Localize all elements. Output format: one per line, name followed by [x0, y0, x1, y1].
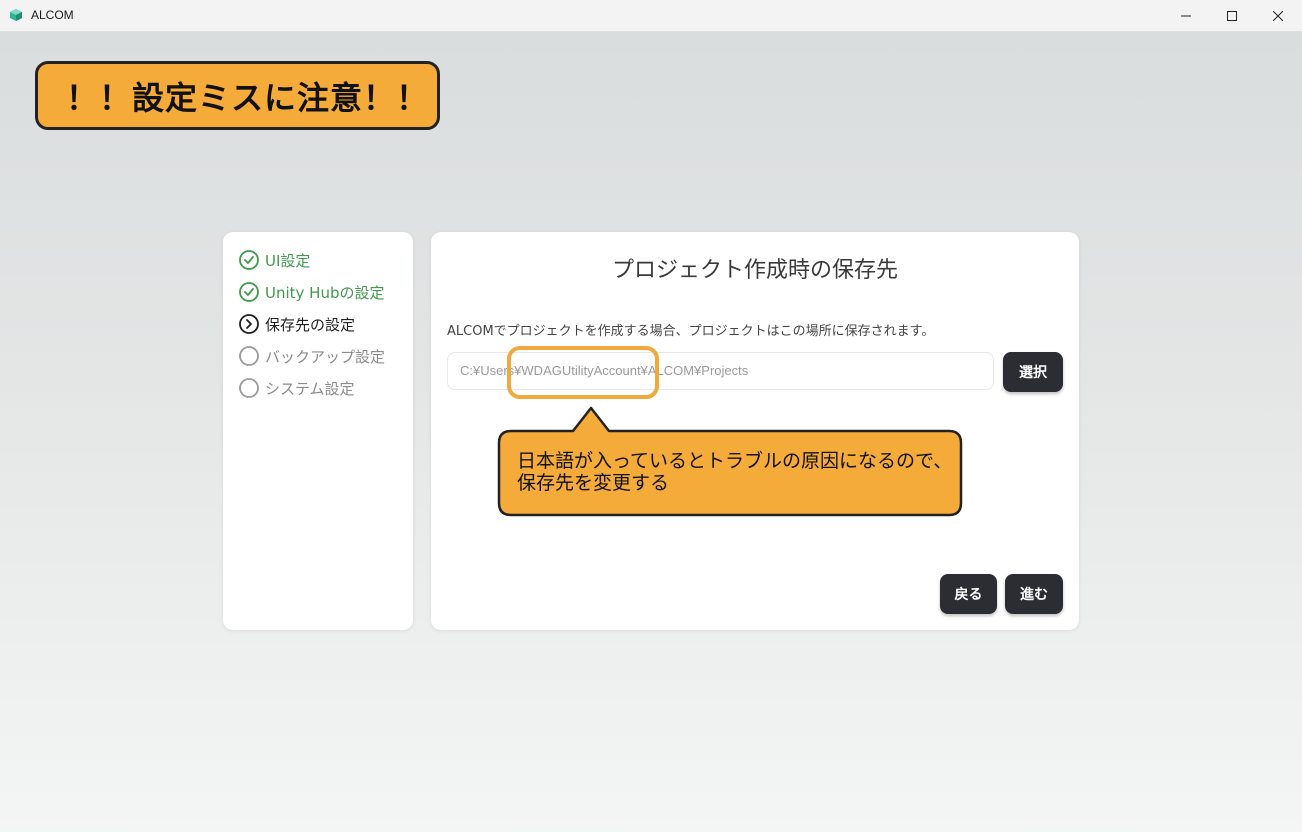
step-system-settings: システム設定 [239, 376, 355, 400]
page-title: プロジェクト作成時の保存先 [611, 258, 898, 283]
step-ui-settings: UI設定 [239, 248, 310, 272]
title-bar: ALCOM [0, 0, 1302, 32]
description-text: ALCOMでプロジェクトを作成する場合、プロジェクトはこの場所に保存されます。 [447, 324, 935, 339]
maximize-button[interactable] [1209, 0, 1255, 31]
app-window: ALCOM ！！設定ミスに注意！！ UI設定 Unity Hubの設定 保存先の… [0, 0, 1302, 832]
window-title: ALCOM [31, 8, 74, 22]
close-icon [1273, 10, 1283, 21]
step-label: 保存先の設定 [265, 315, 356, 334]
select-folder-button[interactable]: 選択 [1003, 352, 1063, 392]
callout-text: 日本語が入っているとトラブルの原因になるので、 保存先を変更する [517, 451, 957, 495]
step-unity-hub-settings: Unity Hubの設定 [239, 280, 385, 304]
callout-bubble: 日本語が入っているとトラブルの原因になるので、 保存先を変更する [497, 405, 963, 517]
setup-steps-sidebar: UI設定 Unity Hubの設定 保存先の設定 バックアップ設定 システム設定 [223, 232, 413, 630]
step-label: バックアップ設定 [265, 347, 386, 366]
alcom-cube-icon [10, 9, 22, 21]
empty-circle-icon [239, 346, 259, 366]
path-highlight-box [507, 346, 659, 399]
next-button[interactable]: 進む [1005, 574, 1063, 614]
minimize-icon [1181, 15, 1191, 16]
close-button[interactable] [1255, 0, 1301, 31]
step-label: UI設定 [265, 251, 311, 270]
step-backup-settings: バックアップ設定 [239, 344, 385, 368]
minimize-button[interactable] [1163, 0, 1209, 31]
step-label: Unity Hubの設定 [265, 283, 385, 302]
step-label: システム設定 [265, 379, 355, 398]
callout-line-1: 日本語が入っているとトラブルの原因になるので、 [517, 451, 953, 472]
maximize-icon [1227, 10, 1237, 21]
back-button[interactable]: 戻る [940, 574, 997, 614]
step-save-location: 保存先の設定 [239, 312, 355, 336]
warning-banner: ！！設定ミスに注意！！ [35, 61, 440, 130]
empty-circle-icon [239, 378, 259, 398]
callout-line-2: 保存先を変更する [517, 473, 670, 494]
check-circle-icon [239, 282, 259, 302]
check-circle-icon [239, 250, 259, 270]
chevron-right-circle-icon [239, 314, 259, 334]
